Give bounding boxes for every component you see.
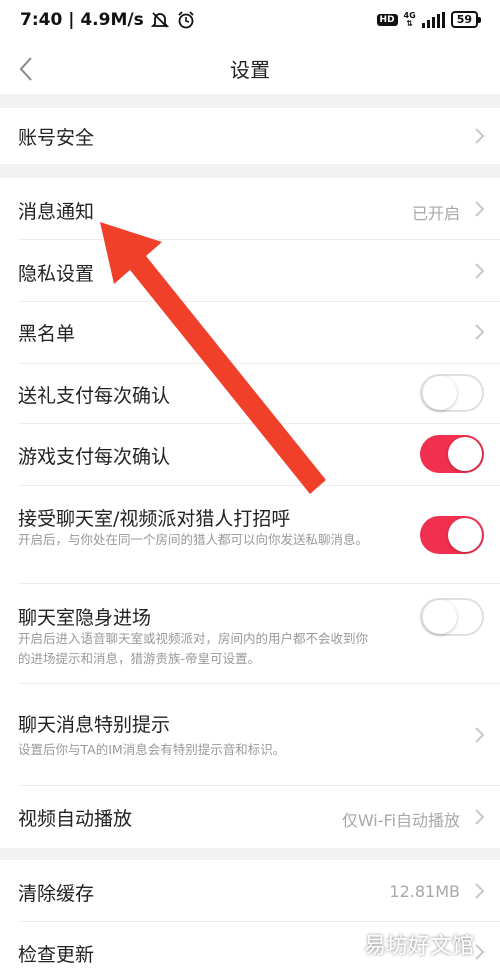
chevron-right-icon	[475, 201, 485, 217]
settings-row-special-alert[interactable]: 聊天消息特别提示 设置后你与TA的IM消息会有特别提示音和标识。	[0, 684, 500, 786]
chevron-right-icon	[475, 263, 485, 279]
alarm-icon	[178, 11, 194, 29]
toggle-knob	[448, 437, 482, 471]
hd-badge: HD	[376, 13, 398, 26]
row-label: 隐私设置	[18, 263, 95, 285]
toggle-knob	[448, 518, 482, 552]
settings-row-stealth-entry: 聊天室隐身进场 开启后进入语音聊天室或视频派对，房间内的用户都不会收到你的进场提…	[0, 584, 500, 684]
settings-row-gift-confirm: 送礼支付每次确认	[0, 364, 500, 424]
status-time-speed: 7:40 | 4.9M/s	[20, 10, 144, 30]
network-type: 4G ⇅	[403, 10, 416, 28]
game-confirm-toggle[interactable]	[420, 435, 484, 473]
gift-confirm-toggle[interactable]	[420, 374, 484, 412]
row-label: 消息通知	[18, 201, 95, 223]
chevron-right-icon	[475, 727, 485, 743]
settings-row-notifications[interactable]: 消息通知 已开启	[0, 178, 500, 240]
row-label: 聊天室隐身进场	[18, 607, 152, 629]
battery-icon: 59	[450, 11, 482, 28]
chevron-right-icon	[475, 128, 485, 144]
settings-row-account-security[interactable]: 账号安全	[0, 108, 500, 164]
watermark: 易坊好文馆	[363, 934, 474, 959]
toggle-knob	[423, 600, 457, 634]
row-label: 清除缓存	[18, 883, 95, 905]
settings-row-blacklist[interactable]: 黑名单	[0, 302, 500, 364]
settings-row-game-confirm: 游戏支付每次确认	[0, 424, 500, 486]
chevron-right-icon	[475, 809, 485, 825]
toggle-knob	[423, 376, 457, 410]
chevron-right-icon	[475, 944, 485, 960]
row-value: 仅Wi-Fi自动播放	[341, 811, 460, 830]
settings-row-clear-cache[interactable]: 清除缓存 12.81MB	[0, 860, 500, 922]
status-bar: 7:40 | 4.9M/s HD 4G ⇅ 59	[0, 0, 500, 44]
signal-icon	[421, 11, 445, 28]
greeting-toggle[interactable]	[420, 516, 484, 554]
mute-icon	[150, 12, 169, 28]
page-title: 设置	[230, 58, 270, 82]
settings-row-privacy[interactable]: 隐私设置	[0, 240, 500, 302]
row-label: 接受聊天室/视频派对猎人打招呼	[18, 508, 291, 530]
row-description: 开启后进入语音聊天室或视频派对，房间内的用户都不会收到你的进场提示和消息，猎游贵…	[18, 631, 369, 666]
settings-row-greeting: 接受聊天室/视频派对猎人打招呼 开启后，与你处在同一个房间的猎人都可以向你发送私…	[0, 486, 500, 584]
row-label: 游戏支付每次确认	[18, 446, 171, 468]
row-label: 送礼支付每次确认	[18, 385, 171, 407]
settings-row-video-autoplay[interactable]: 视频自动播放 仅Wi-Fi自动播放	[0, 786, 500, 848]
row-value: 已开启	[411, 204, 460, 223]
row-label: 聊天消息特别提示	[18, 714, 171, 736]
row-label: 账号安全	[18, 127, 95, 149]
row-value: 12.81MB	[389, 882, 460, 901]
chevron-right-icon	[475, 324, 485, 340]
nav-bar: 设置	[0, 44, 500, 94]
row-label: 视频自动播放	[18, 808, 133, 830]
stealth-entry-toggle[interactable]	[420, 598, 484, 636]
row-label: 黑名单	[18, 323, 76, 345]
chevron-right-icon	[475, 883, 485, 899]
row-description: 开启后，与你处在同一个房间的猎人都可以向你发送私聊消息。	[18, 532, 369, 547]
row-label: 检查更新	[18, 944, 95, 966]
row-description: 设置后你与TA的IM消息会有特别提示音和标识。	[18, 742, 286, 757]
